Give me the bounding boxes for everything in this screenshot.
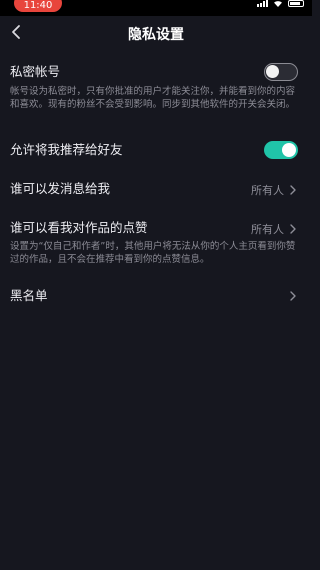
cellular-signal-icon: [257, 0, 268, 7]
screen-notch: [74, 0, 236, 16]
who-can-message-row[interactable]: 谁可以发消息给我 所有人: [10, 181, 302, 201]
wifi-icon: [274, 1, 282, 7]
page-title: 隐私设置: [128, 27, 184, 43]
private-account-description: 帐号设为私密时，只有你批准的用户才能关注你，并能看到你的内容和喜欢。现有的粉丝不…: [10, 86, 296, 110]
who-can-message-value-group: 所有人: [251, 182, 296, 198]
toggle-knob: [282, 143, 296, 157]
chevron-right-icon: [290, 224, 296, 234]
who-can-message-value: 所有人: [251, 184, 284, 197]
status-time: 11:40: [23, 0, 53, 11]
blacklist-title: 黑名单: [10, 288, 48, 303]
who-can-see-likes-description: 设置为“仅自己和作者”时，其他用户将无法从你的个人主页看到你赞过的作品，且不会在…: [10, 241, 296, 265]
recommend-to-friends-title: 允许将我推荐给好友: [10, 142, 123, 157]
status-bar: 11:40: [0, 0, 312, 16]
recommend-to-friends-toggle[interactable]: [264, 141, 298, 159]
battery-icon: [288, 0, 304, 7]
who-can-see-likes-value: 所有人: [251, 223, 284, 236]
private-account-title: 私密帐号: [10, 64, 61, 79]
private-account-row: 私密帐号 帐号设为私密时，只有你批准的用户才能关注你，并能看到你的内容和喜欢。现…: [10, 63, 302, 111]
blacklist-row[interactable]: 黑名单: [10, 288, 302, 308]
toggle-knob: [266, 65, 279, 78]
who-can-see-likes-row[interactable]: 谁可以看我对作品的点赞 所有人 设置为“仅自己和作者”时，其他用户将无法从你的个…: [10, 220, 302, 266]
private-account-toggle[interactable]: [264, 63, 298, 81]
chevron-right-icon: [290, 291, 296, 301]
nav-bar: 隐私设置: [0, 16, 312, 50]
recommend-to-friends-row: 允许将我推荐给好友: [10, 141, 302, 159]
who-can-see-likes-value-group: 所有人: [251, 221, 296, 237]
chevron-right-icon: [290, 185, 296, 195]
status-time-pill: 11:40: [14, 0, 62, 12]
status-icons: [257, 0, 304, 10]
